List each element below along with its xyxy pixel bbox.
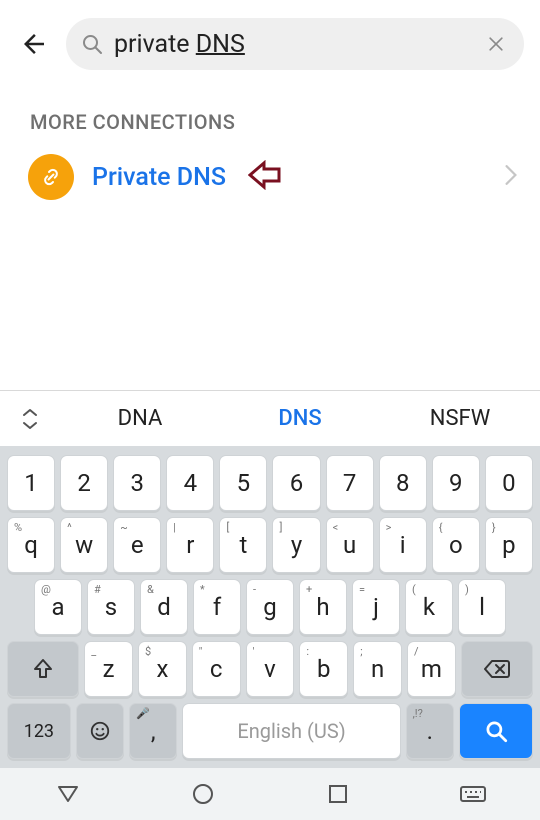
search-key-icon [483, 718, 509, 744]
search-icon [80, 32, 104, 56]
key-7[interactable]: 7 [326, 455, 374, 511]
key-x[interactable]: $x [138, 641, 187, 697]
key-s[interactable]: #s [87, 579, 135, 635]
key-4[interactable]: 4 [166, 455, 214, 511]
close-icon [486, 34, 506, 54]
key-9[interactable]: 9 [432, 455, 480, 511]
comma-key[interactable]: 🎤, [129, 703, 177, 759]
search-field[interactable]: private DNS [66, 18, 524, 70]
key-q[interactable]: %q [7, 517, 55, 573]
keyboard-area: DNA DNS NSFW 1 2 3 4 5 6 7 8 9 0 %q ^w ~… [0, 390, 540, 820]
key-t[interactable]: [t [219, 517, 267, 573]
suggestion-1[interactable]: DNA [60, 406, 220, 431]
nav-back[interactable] [54, 780, 82, 808]
key-a[interactable]: @a [34, 579, 82, 635]
kb-row-bottom: 123 🎤, English (US) ,!?. [4, 700, 536, 762]
key-u[interactable]: <u [326, 517, 374, 573]
result-label: Private DNS [92, 163, 226, 192]
link-icon [39, 165, 63, 189]
shift-icon [31, 657, 55, 681]
key-1[interactable]: 1 [7, 455, 55, 511]
key-5[interactable]: 5 [219, 455, 267, 511]
spacebar[interactable]: English (US) [182, 703, 400, 759]
key-z[interactable]: _z [84, 641, 133, 697]
result-icon-circle [28, 154, 74, 200]
key-b[interactable]: :b [299, 641, 348, 697]
key-3[interactable]: 3 [113, 455, 161, 511]
search-key[interactable] [459, 703, 533, 759]
key-l[interactable]: )l [458, 579, 506, 635]
key-k[interactable]: (k [405, 579, 453, 635]
suggestions: DNA DNS NSFW [60, 406, 540, 431]
key-w[interactable]: ^w [60, 517, 108, 573]
smiley-icon [89, 720, 111, 742]
chevron-right-icon [504, 164, 518, 190]
symbols-key[interactable]: 123 [7, 703, 71, 759]
keyboard-icon [460, 784, 486, 804]
suggestion-3[interactable]: NSFW [380, 406, 540, 431]
key-6[interactable]: 6 [272, 455, 320, 511]
pointer-left-icon [248, 160, 282, 190]
shift-key[interactable] [7, 641, 79, 697]
key-y[interactable]: ]y [272, 517, 320, 573]
nav-recent[interactable] [324, 780, 352, 808]
result-private-dns[interactable]: Private DNS [0, 144, 540, 210]
section-header: MORE CONNECTIONS [0, 88, 540, 144]
key-f[interactable]: *f [193, 579, 241, 635]
key-m[interactable]: /m [407, 641, 456, 697]
suggestion-2[interactable]: DNS [220, 406, 380, 431]
kb-row-z: _z $x "c 'v :b ;n /m [4, 638, 536, 700]
pointer-annotation [248, 160, 282, 194]
key-p[interactable]: }p [485, 517, 533, 573]
arrow-left-icon [19, 29, 49, 59]
key-r[interactable]: |r [166, 517, 214, 573]
kb-row-numbers: 1 2 3 4 5 6 7 8 9 0 [4, 452, 536, 514]
search-input-text: private DNS [114, 30, 472, 59]
key-o[interactable]: {o [432, 517, 480, 573]
key-i[interactable]: >i [379, 517, 427, 573]
nav-home[interactable] [189, 780, 217, 808]
key-j[interactable]: =j [352, 579, 400, 635]
emoji-key[interactable] [76, 703, 124, 759]
backspace-icon [483, 658, 511, 680]
key-g[interactable]: -g [246, 579, 294, 635]
backspace-key[interactable] [461, 641, 533, 697]
back-button[interactable] [16, 26, 52, 62]
triangle-down-icon [57, 785, 79, 803]
key-0[interactable]: 0 [485, 455, 533, 511]
key-v[interactable]: 'v [246, 641, 295, 697]
key-h[interactable]: +h [299, 579, 347, 635]
key-2[interactable]: 2 [60, 455, 108, 511]
square-icon [328, 784, 348, 804]
expand-icon [20, 406, 40, 432]
key-c[interactable]: "c [192, 641, 241, 697]
key-8[interactable]: 8 [379, 455, 427, 511]
search-text-prefix: private [114, 30, 196, 59]
nav-keyboard-toggle[interactable] [459, 780, 487, 808]
suggestion-bar: DNA DNS NSFW [0, 390, 540, 446]
circle-icon [192, 783, 214, 805]
key-d[interactable]: &d [140, 579, 188, 635]
header-row: private DNS [0, 0, 540, 88]
keyboard: 1 2 3 4 5 6 7 8 9 0 %q ^w ~e |r [t ]y <u… [0, 446, 540, 768]
key-n[interactable]: ;n [353, 641, 402, 697]
kb-row-a: @a #s &d *f -g +h =j (k )l [4, 576, 536, 638]
search-text-highlight: DNS [196, 30, 245, 59]
expand-suggestions-button[interactable] [0, 406, 60, 432]
system-navbar [0, 768, 540, 820]
clear-search-button[interactable] [482, 30, 510, 58]
kb-row-q: %q ^w ~e |r [t ]y <u >i {o }p [4, 514, 536, 576]
period-key[interactable]: ,!?. [406, 703, 454, 759]
key-e[interactable]: ~e [113, 517, 161, 573]
